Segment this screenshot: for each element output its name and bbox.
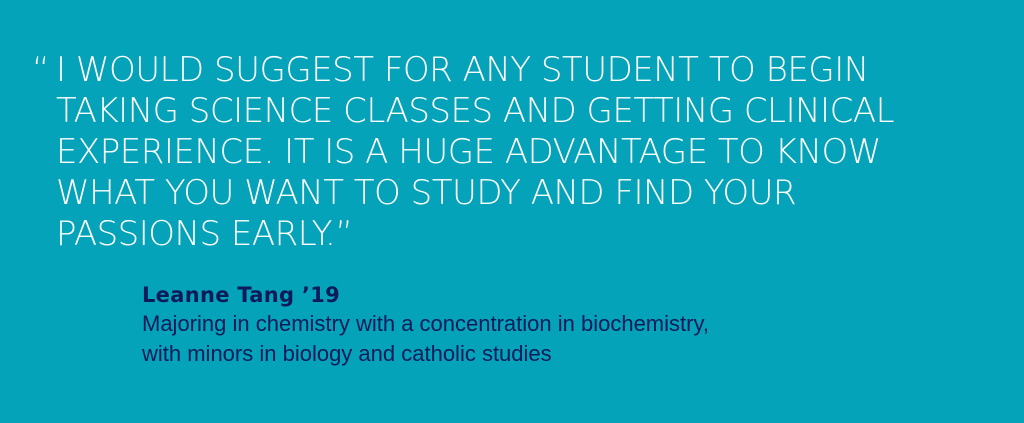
student-name: Leanne Tang ’19 [142, 283, 341, 307]
open-quote-mark: “ [32, 50, 50, 90]
attribution: Leanne Tang ’19 Majoring in chemistry wi… [142, 281, 709, 369]
testimonial-panel: { "quote": { "open_mark": "“", "lines": … [0, 0, 1024, 423]
quote-line-3: EXPERIENCE. IT IS A HUGE ADVANTAGE TO KN… [56, 132, 881, 172]
quote-line-1: “I WOULD SUGGEST FOR ANY STUDENT TO BEGI… [32, 50, 992, 91]
quote-line-2: TAKING SCIENCE CLASSES AND GETTING CLINI… [56, 91, 895, 131]
testimonial-quote: “I WOULD SUGGEST FOR ANY STUDENT TO BEGI… [32, 50, 992, 255]
quote-line-5: PASSIONS EARLY.” [56, 214, 353, 254]
quote-line-4: WHAT YOU WANT TO STUDY AND FIND YOUR [56, 173, 797, 213]
quote-line-1-text: I WOULD SUGGEST FOR ANY STUDENT TO BEGIN [56, 50, 869, 90]
student-major-line-2: with minors in biology and catholic stud… [142, 341, 552, 366]
student-major-line-1: Majoring in chemistry with a concentrati… [142, 311, 709, 336]
